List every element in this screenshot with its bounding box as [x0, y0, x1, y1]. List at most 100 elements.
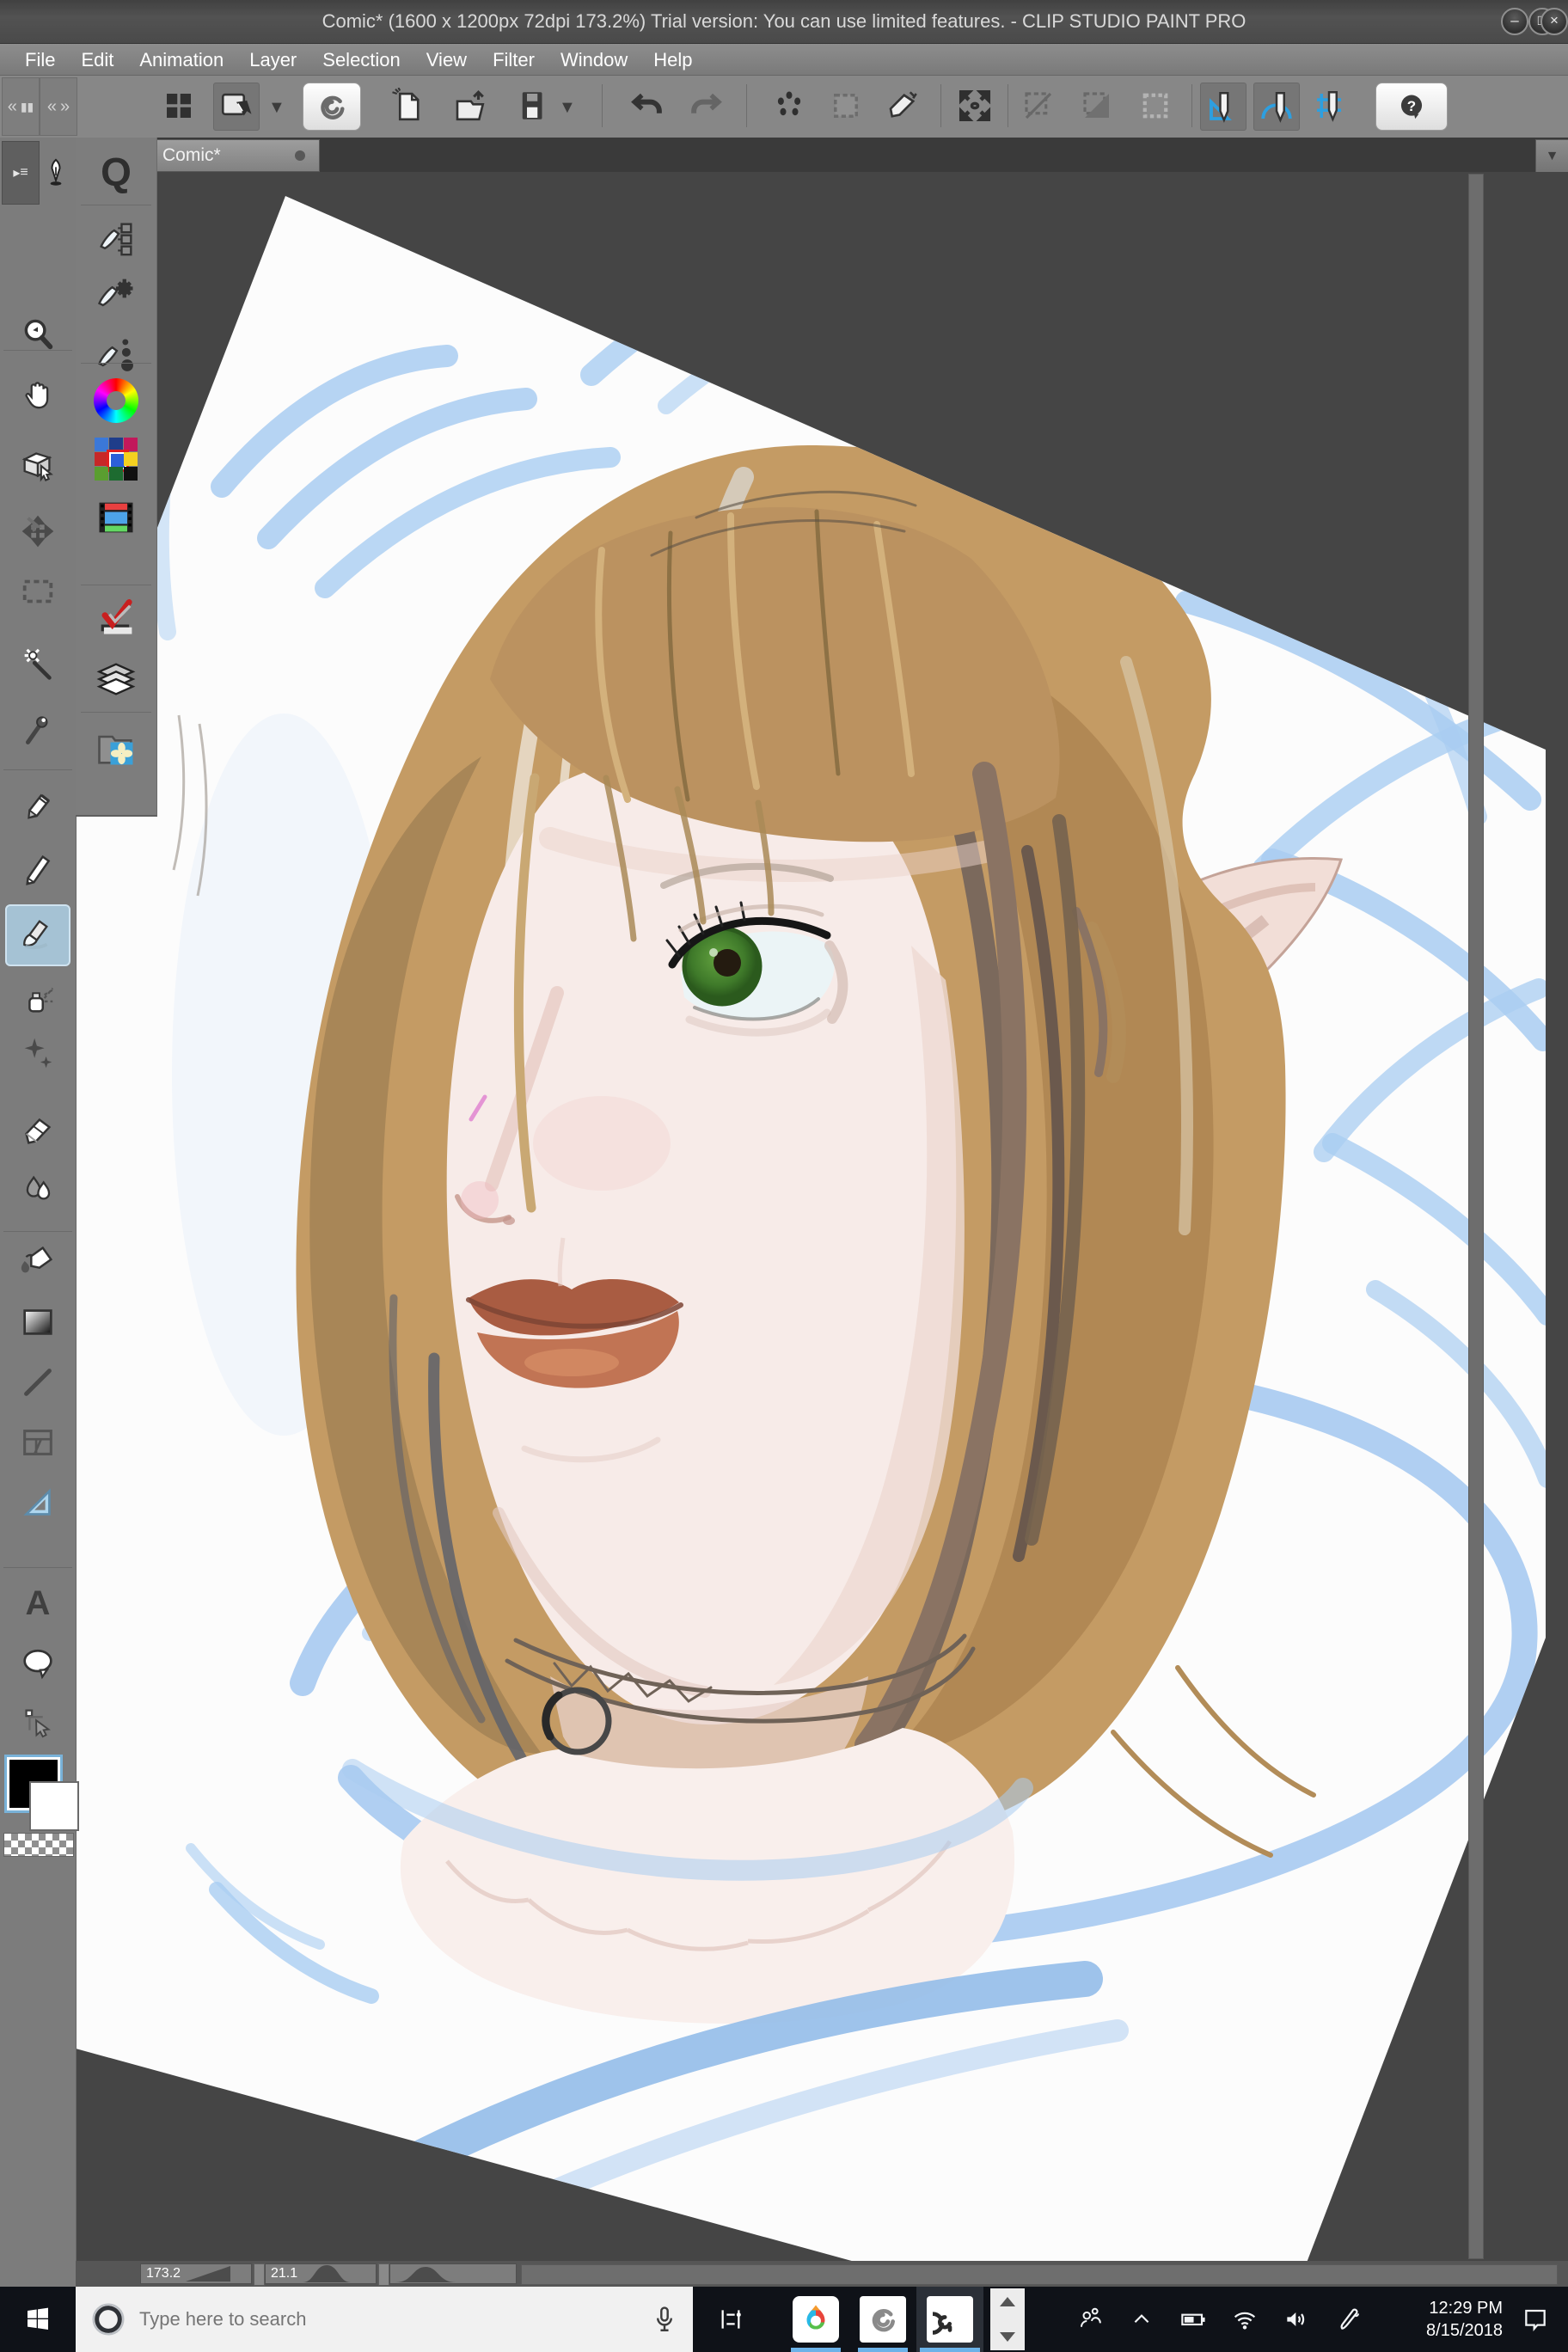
menu-layer[interactable]: Layer	[236, 44, 309, 76]
minimize-button[interactable]: –	[1501, 8, 1528, 35]
tool-pencil[interactable]	[10, 841, 65, 896]
palette-layer-property[interactable]	[90, 593, 142, 645]
deselect-button[interactable]	[880, 83, 925, 129]
palette-quick-access[interactable]: Q	[90, 146, 142, 198]
palette-sub-tool[interactable]	[90, 213, 142, 265]
pen-settings-button[interactable]	[1322, 2287, 1374, 2352]
battery-button[interactable]	[1167, 2287, 1219, 2352]
volume-button[interactable]	[1271, 2287, 1322, 2352]
tool-balloon[interactable]	[10, 1636, 65, 1691]
action-center-button[interactable]	[1503, 2287, 1568, 2352]
snap-special-ruler-button[interactable]	[1253, 83, 1300, 131]
palette-brush-size[interactable]	[90, 328, 142, 380]
tab-comic[interactable]: Comic*	[146, 139, 320, 172]
taskbar-app-medibang[interactable]	[782, 2287, 849, 2352]
horizontal-scrollbar[interactable]	[521, 2264, 1558, 2285]
redo-button[interactable]	[684, 83, 729, 129]
search-input[interactable]	[138, 2307, 650, 2331]
navigator-cell[interactable]	[389, 2263, 517, 2284]
tool-airbrush[interactable]	[10, 972, 65, 1027]
menu-help[interactable]: Help	[640, 44, 705, 76]
tool-ruler[interactable]	[10, 1475, 65, 1530]
taskbar-app-clip-studio-paint[interactable]	[916, 2287, 983, 2352]
tool-correct-line[interactable]	[10, 1696, 65, 1751]
scale-rotate-button[interactable]	[952, 83, 997, 129]
tool-gradient[interactable]	[10, 1295, 65, 1350]
touch-gesture-button[interactable]	[213, 83, 260, 131]
palette-color-set[interactable]	[90, 433, 142, 485]
palette-tool-property[interactable]	[90, 268, 142, 320]
mask-border-button[interactable]	[1075, 83, 1119, 129]
snap-ruler-button[interactable]	[1200, 83, 1246, 131]
tool-text[interactable]: A	[10, 1576, 65, 1631]
task-view-button[interactable]	[705, 2287, 756, 2352]
taskbar-clock[interactable]: 12:29 PM 8/15/2018	[1374, 2297, 1503, 2342]
palette-color-wheel[interactable]	[90, 375, 142, 426]
close-button[interactable]: ×	[1540, 8, 1568, 35]
undo-button[interactable]	[624, 83, 669, 129]
tool-marquee[interactable]	[10, 564, 65, 619]
menu-edit[interactable]: Edit	[68, 44, 126, 76]
crop-border-button[interactable]	[1016, 83, 1061, 129]
tool-auto-select[interactable]	[10, 639, 65, 694]
show-hidden-icons-button[interactable]	[1116, 2287, 1167, 2352]
taskbar-app-clip-studio[interactable]	[849, 2287, 916, 2352]
menu-filter[interactable]: Filter	[480, 44, 548, 76]
scroll-down-icon[interactable]	[1000, 2332, 1015, 2342]
palette-material[interactable]	[90, 722, 142, 774]
snap-grid-button[interactable]	[1307, 83, 1351, 129]
tool-move-layer[interactable]	[10, 504, 65, 559]
pen-nib-icon	[41, 157, 70, 187]
vertical-scrollbar[interactable]	[1468, 174, 1484, 2259]
rotation-slider[interactable]: 21.1	[265, 2263, 377, 2284]
slider-handle[interactable]	[254, 2263, 265, 2286]
slider-handle[interactable]	[378, 2263, 389, 2286]
tool-frame-border[interactable]	[10, 1415, 65, 1470]
scatter-select-button[interactable]	[767, 83, 812, 129]
scroll-up-icon[interactable]	[1000, 2297, 1015, 2306]
tool-eraser[interactable]	[10, 1103, 65, 1158]
dock-collapse-right-button[interactable]: «»	[40, 77, 77, 136]
new-file-button[interactable]	[385, 83, 430, 129]
zoom-slider[interactable]: 173.2	[140, 2263, 252, 2284]
menu-file[interactable]: File	[12, 44, 68, 76]
tool-object[interactable]	[10, 437, 65, 492]
gesture-dropdown[interactable]: ▼	[268, 98, 285, 118]
people-button[interactable]	[1064, 2287, 1116, 2352]
tool-menu-button[interactable]: ▸≡	[2, 141, 40, 205]
chevron-up-icon	[1130, 2308, 1153, 2331]
frame-area-button[interactable]	[1133, 83, 1178, 129]
canvas-viewport[interactable]	[76, 172, 1568, 2261]
open-clip-studio-button[interactable]	[303, 83, 361, 131]
taskbar-scrollbar[interactable]	[990, 2288, 1025, 2350]
start-button[interactable]	[0, 2287, 76, 2352]
background-color-swatch[interactable]	[29, 1781, 79, 1831]
menu-animation[interactable]: Animation	[126, 44, 236, 76]
tool-brush[interactable]	[10, 908, 65, 963]
tool-blend[interactable]	[10, 1163, 65, 1218]
tool-decoration[interactable]	[10, 1026, 65, 1081]
wifi-button[interactable]	[1219, 2287, 1271, 2352]
menu-selection[interactable]: Selection	[309, 44, 413, 76]
selection-launcher-button[interactable]	[824, 83, 868, 129]
tool-fill[interactable]	[10, 1234, 65, 1289]
menu-view[interactable]: View	[413, 44, 480, 76]
menu-window[interactable]: Window	[548, 44, 640, 76]
palette-color-slider[interactable]	[90, 492, 142, 543]
transparent-color-swatch[interactable]	[3, 1833, 74, 1857]
palette-layer[interactable]	[90, 653, 142, 705]
save-dropdown[interactable]: ▼	[559, 98, 576, 118]
tab-list-dropdown[interactable]: ▼	[1535, 139, 1568, 174]
tool-zoom[interactable]	[10, 306, 65, 361]
tool-pen[interactable]	[10, 776, 65, 831]
tool-figure[interactable]	[10, 1355, 65, 1410]
open-file-button[interactable]	[447, 83, 492, 129]
tool-eyedropper[interactable]	[10, 703, 65, 758]
save-button[interactable]	[511, 83, 555, 129]
dock-collapse-left-button[interactable]: «▮▮	[2, 77, 40, 136]
workspace-grid-button[interactable]	[156, 83, 201, 129]
tool-hand[interactable]	[10, 368, 65, 423]
help-button[interactable]: ?	[1375, 83, 1448, 131]
tool-nib-tab[interactable]	[38, 141, 74, 203]
taskbar-search[interactable]	[76, 2287, 693, 2352]
